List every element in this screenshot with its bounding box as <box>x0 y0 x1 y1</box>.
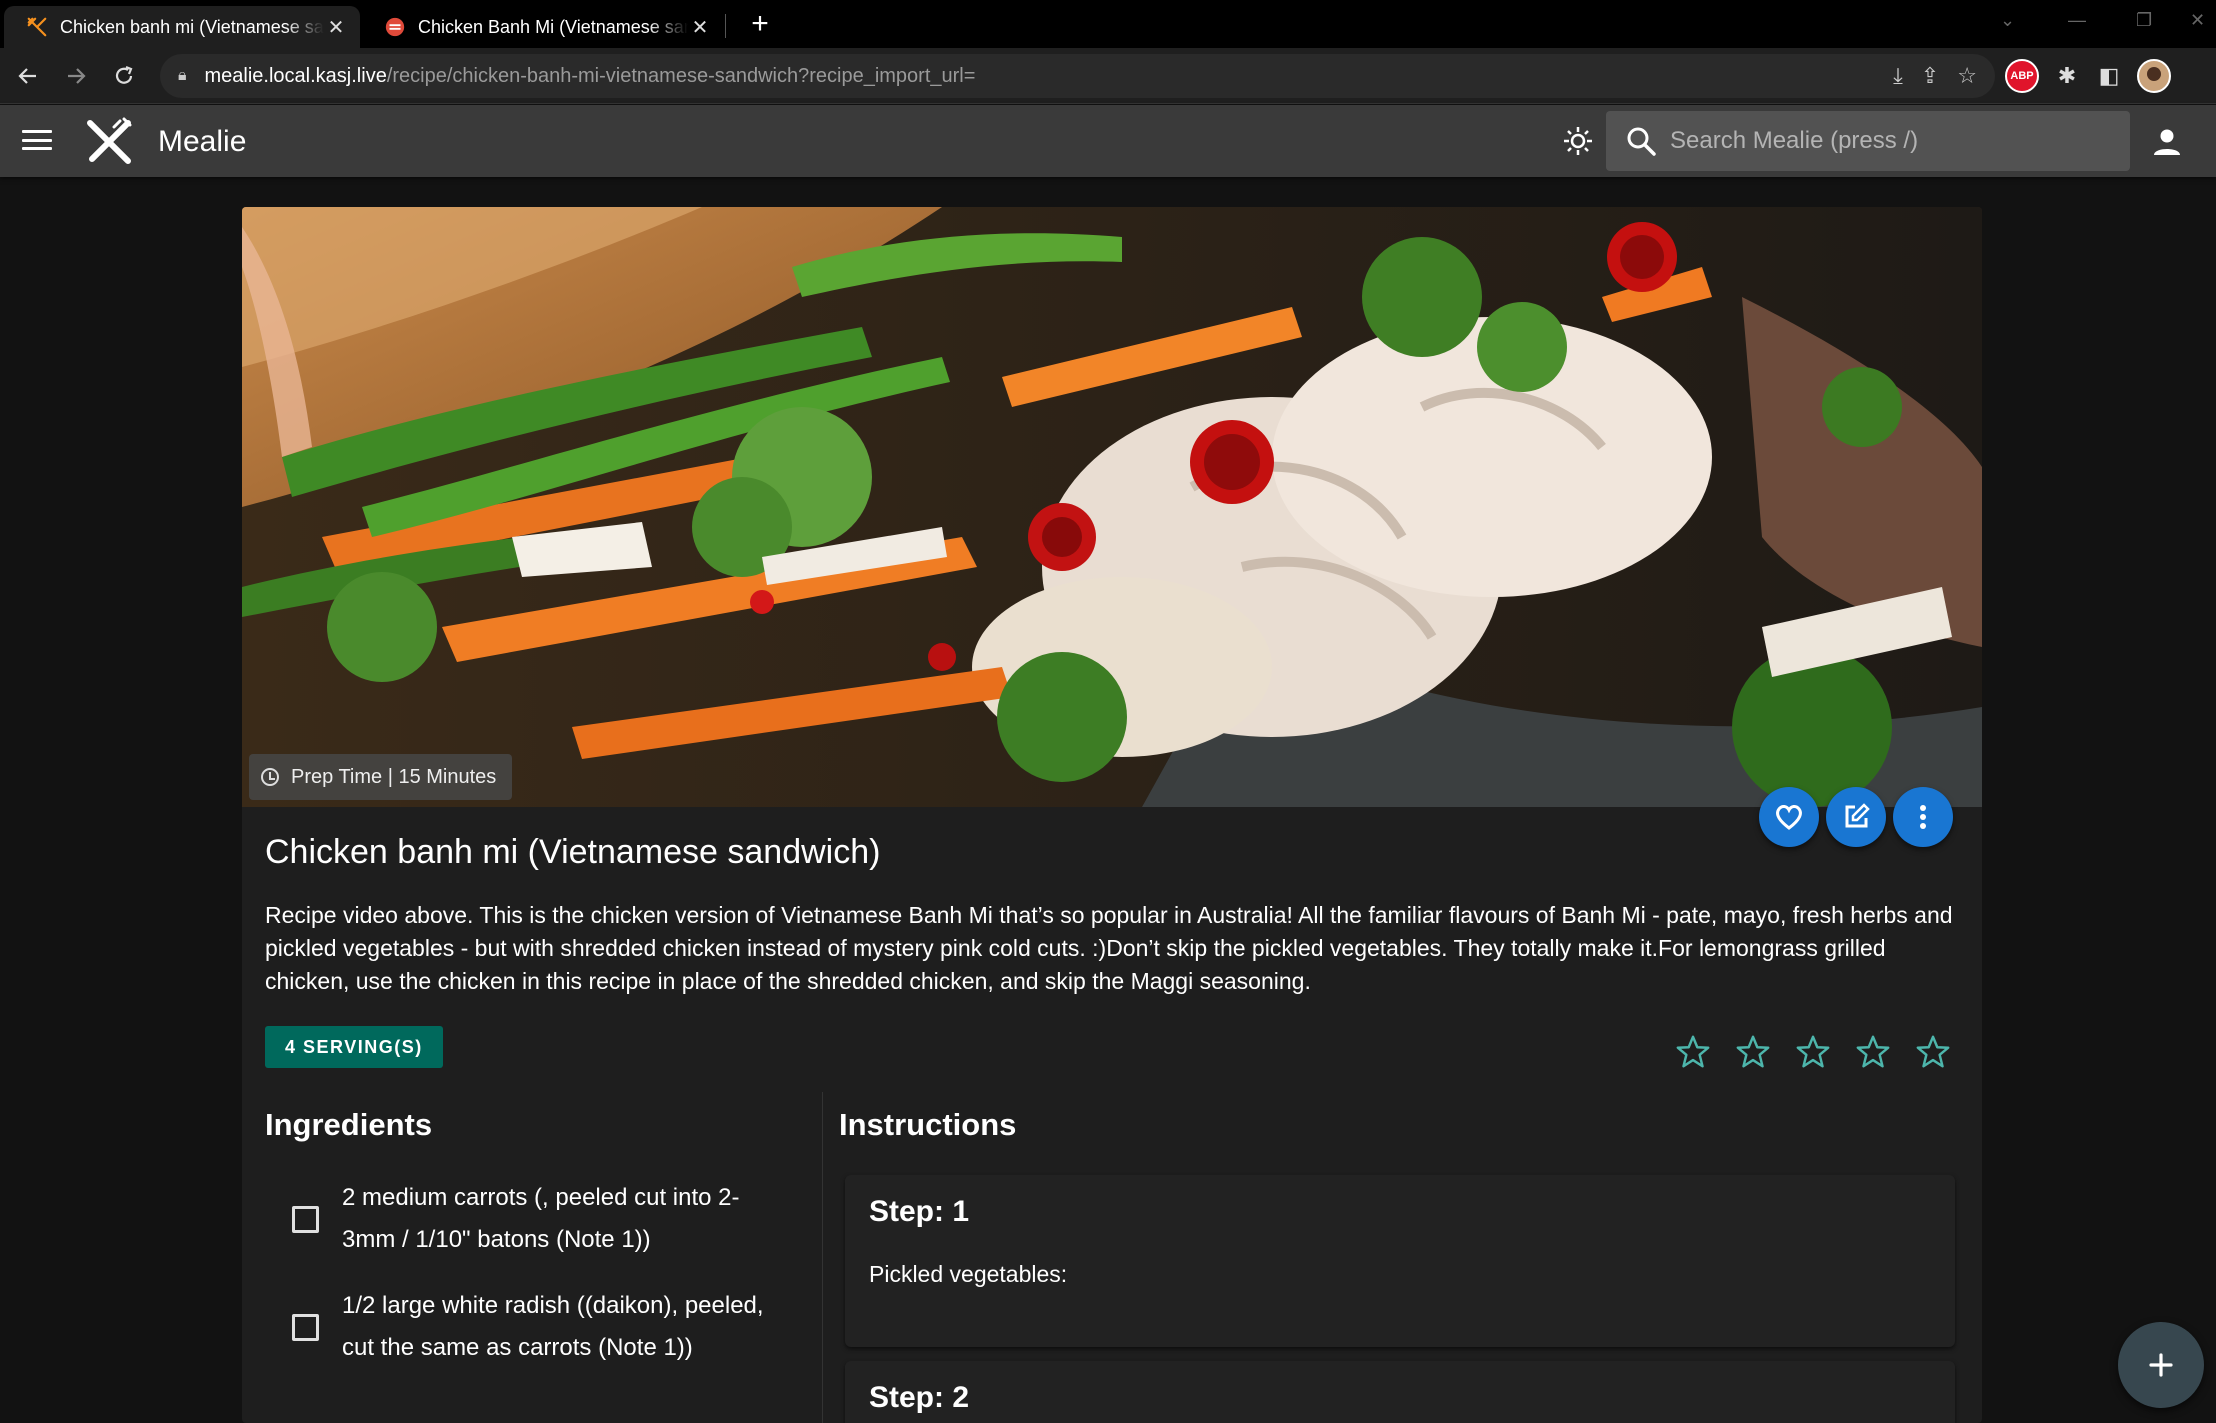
favorite-button[interactable] <box>1759 787 1819 847</box>
add-recipe-button[interactable] <box>2118 1322 2204 1408</box>
recipe-title: Chicken banh mi (Vietnamese sandwich) <box>265 833 881 871</box>
tab-title: Chicken Banh Mi (Vietnamese sandwich) <box>418 16 688 37</box>
column-divider <box>822 1092 823 1423</box>
forward-icon[interactable] <box>60 60 92 92</box>
star-icon[interactable] <box>1854 1033 1892 1071</box>
recipetin-icon <box>385 17 405 37</box>
edit-button[interactable] <box>1826 787 1886 847</box>
tab-title: Chicken banh mi (Vietnamese sandwich) <box>60 16 324 37</box>
recipe-image: Prep Time | 15 Minutes <box>242 207 1982 807</box>
star-icon[interactable] <box>1794 1033 1832 1071</box>
app-bar: Mealie Search Mealie (press /) <box>0 105 2216 177</box>
heart-icon <box>1776 805 1802 830</box>
ingredient-text: 2 medium carrots (, peeled cut into 2-3m… <box>342 1184 740 1253</box>
address-bar[interactable]: 🔒︎ mealie.local.kasj.live/recipe/chicken… <box>160 54 1995 98</box>
bookmark-star-icon[interactable]: ☆ <box>1957 63 1977 89</box>
lock-icon: 🔒︎ <box>178 67 187 84</box>
close-tab-icon[interactable]: ✕ <box>324 15 348 39</box>
step-title: Step: 1 <box>869 1195 970 1228</box>
instruction-step[interactable]: Step: 1 Pickled vegetables: <box>845 1175 1955 1347</box>
account-icon[interactable] <box>2152 127 2182 157</box>
reload-icon[interactable] <box>108 60 140 92</box>
ingredient-item[interactable]: 1/2 large white radish ((daikon), peeled… <box>292 1285 772 1369</box>
dots-vertical-icon <box>1920 805 1926 829</box>
profile-avatar[interactable] <box>2137 59 2171 93</box>
prep-time-text: Prep Time | 15 Minutes <box>291 765 497 788</box>
ingredient-text: 1/2 large white radish ((daikon), peeled… <box>342 1292 764 1361</box>
adblock-plus-icon[interactable]: ABP <box>2005 59 2039 93</box>
url-host: mealie.local.kasj.live <box>204 64 387 87</box>
browser-tab-active[interactable]: Chicken banh mi (Vietnamese sandwich) ✕ <box>4 6 360 48</box>
theme-toggle-icon[interactable] <box>1562 125 1594 157</box>
prep-time-chip: Prep Time | 15 Minutes <box>249 754 513 800</box>
browser-tab[interactable]: Chicken Banh Mi (Vietnamese sandwich) ✕ <box>362 6 724 48</box>
side-panel-icon[interactable]: ◧ <box>2095 63 2123 89</box>
servings-badge: 4 SERVING(S) <box>265 1026 443 1068</box>
extensions-puzzle-icon[interactable]: ✱ <box>2053 63 2081 89</box>
search-placeholder: Search Mealie (press /) <box>1670 127 1919 154</box>
tab-separator <box>725 14 726 38</box>
install-app-icon[interactable]: ⤓ <box>1893 63 1903 89</box>
close-tab-icon[interactable]: ✕ <box>688 15 712 39</box>
more-options-button[interactable] <box>1893 787 1953 847</box>
back-icon[interactable] <box>12 60 44 92</box>
ingredient-item[interactable]: 2 medium carrots (, peeled cut into 2-3m… <box>292 1177 772 1261</box>
instructions-heading: Instructions <box>839 1107 1017 1142</box>
instruction-step[interactable]: Step: 2 <box>845 1361 1955 1423</box>
mealie-logo-icon[interactable] <box>84 117 134 167</box>
star-icon[interactable] <box>1674 1033 1712 1071</box>
clock-icon <box>261 768 279 786</box>
step-title: Step: 2 <box>869 1381 970 1414</box>
tab-search-icon[interactable]: ⌄ <box>2000 8 2015 32</box>
mealie-icon <box>27 17 47 37</box>
new-tab-button[interactable]: + <box>744 7 776 40</box>
minimize-icon[interactable]: — <box>2068 8 2086 32</box>
browser-tab-bar: Chicken banh mi (Vietnamese sandwich) ✕ … <box>0 0 2216 48</box>
star-icon[interactable] <box>1914 1033 1952 1071</box>
close-window-icon[interactable]: ✕ <box>2190 8 2205 32</box>
search-input[interactable]: Search Mealie (press /) <box>1606 111 2130 171</box>
search-icon <box>1627 127 1656 156</box>
rating-stars[interactable] <box>1674 1033 1952 1071</box>
recipe-card: Prep Time | 15 Minutes Chicken banh mi (… <box>242 207 1982 1423</box>
menu-icon[interactable] <box>22 127 52 153</box>
ingredient-checkbox[interactable] <box>292 1313 319 1341</box>
recipe-description: Recipe video above. This is the chicken … <box>265 902 1953 994</box>
restore-icon[interactable]: ❐ <box>2136 8 2152 32</box>
ingredients-heading: Ingredients <box>265 1107 433 1142</box>
step-text: Pickled vegetables: <box>869 1261 1068 1287</box>
recipe-action-buttons <box>1759 787 1953 847</box>
edit-icon <box>1845 803 1870 828</box>
app-brand[interactable]: Mealie <box>158 125 246 159</box>
plus-icon <box>2149 1353 2173 1377</box>
share-icon[interactable]: ⇪ <box>1921 63 1939 89</box>
url-path: /recipe/chicken-banh-mi-vietnamese-sandw… <box>386 64 976 87</box>
ingredient-checkbox[interactable] <box>292 1205 319 1233</box>
star-icon[interactable] <box>1734 1033 1772 1071</box>
browser-toolbar: 🔒︎ mealie.local.kasj.live/recipe/chicken… <box>0 48 2216 104</box>
